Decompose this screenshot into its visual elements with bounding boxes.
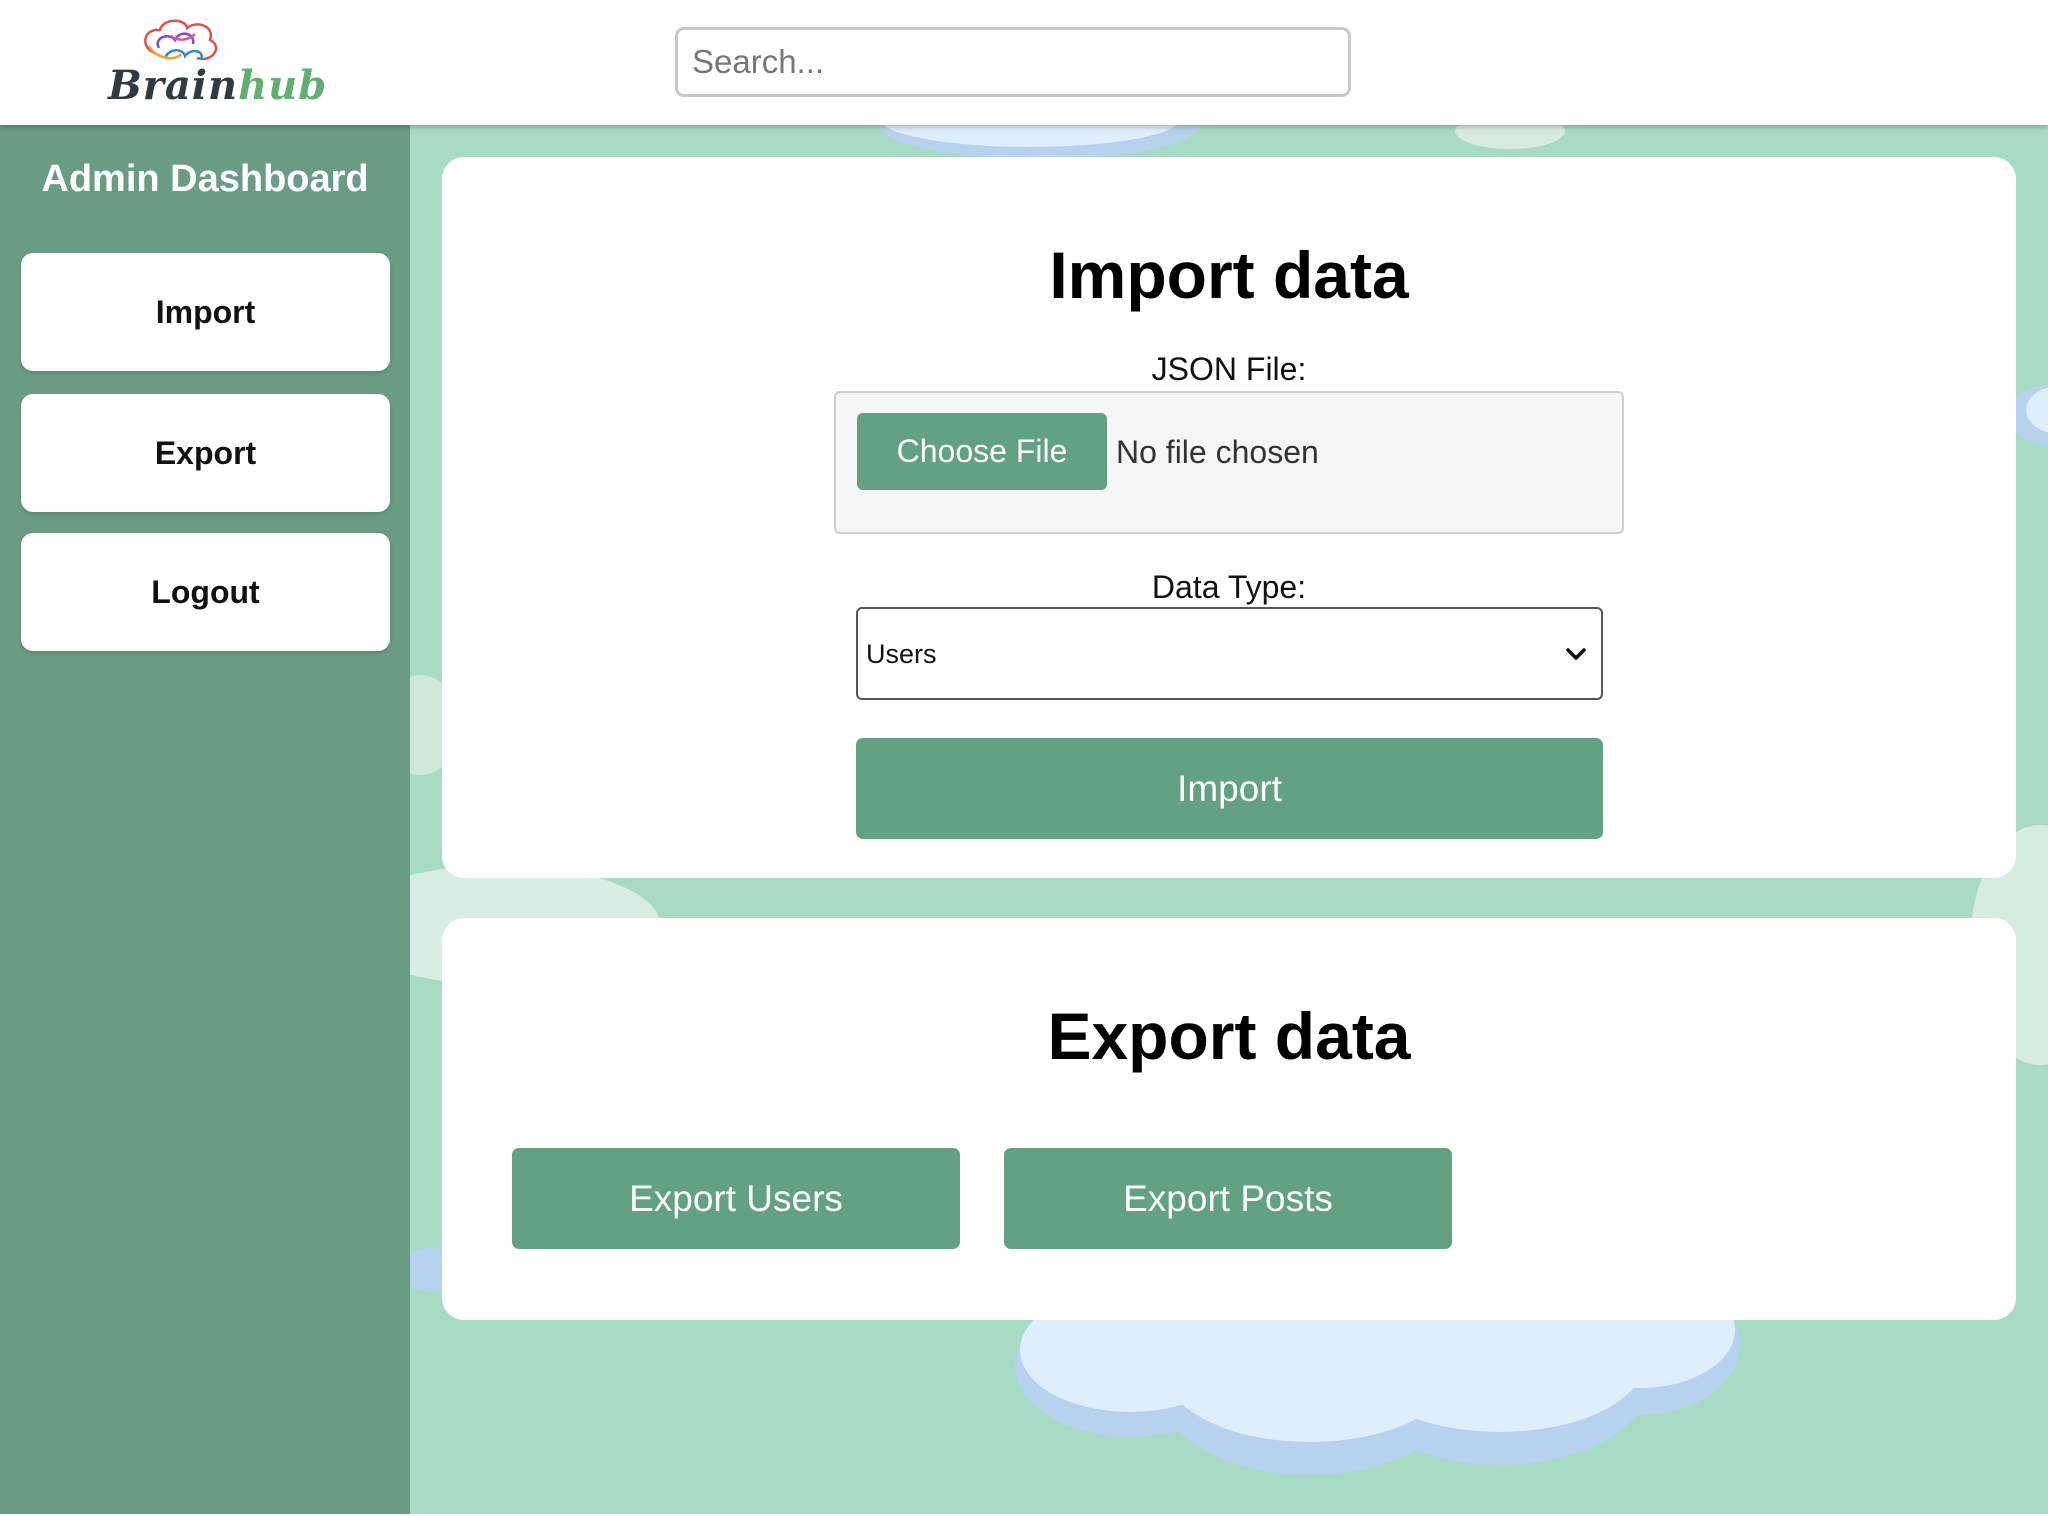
data-type-label: Data Type:: [1151, 569, 1307, 605]
top-header: Brainhub: [0, 0, 2048, 125]
export-title: Export data: [1047, 999, 1411, 1073]
data-type-value: Users: [866, 639, 937, 669]
brain-icon: [144, 19, 218, 61]
export-card: Export data Export Users Export Posts: [442, 918, 2016, 1320]
export-users-button[interactable]: Export Users: [512, 1148, 960, 1249]
import-card: Import data JSON File: Choose File No fi…: [442, 157, 2016, 878]
import-title: Import data: [1049, 238, 1409, 312]
sidebar-title: Admin Dashboard: [41, 158, 369, 200]
sidebar-item-import[interactable]: Import: [21, 253, 390, 371]
brainhub-logo[interactable]: Brainhub: [100, 14, 326, 110]
file-input[interactable]: Choose File No file chosen: [834, 391, 1624, 534]
logo-wordmark: Brainhub: [108, 62, 328, 109]
sidebar-item-logout[interactable]: Logout: [21, 533, 390, 651]
data-type-select[interactable]: Users: [856, 607, 1603, 700]
json-file-label: JSON File:: [1151, 351, 1307, 387]
chevron-down-icon: [1566, 648, 1586, 660]
search-input[interactable]: [675, 27, 1351, 97]
import-button[interactable]: Import: [856, 738, 1603, 839]
sidebar-item-export[interactable]: Export: [21, 394, 390, 512]
choose-file-button[interactable]: Choose File: [857, 413, 1107, 490]
no-file-text: No file chosen: [1116, 434, 1319, 470]
export-posts-button[interactable]: Export Posts: [1004, 1148, 1452, 1249]
